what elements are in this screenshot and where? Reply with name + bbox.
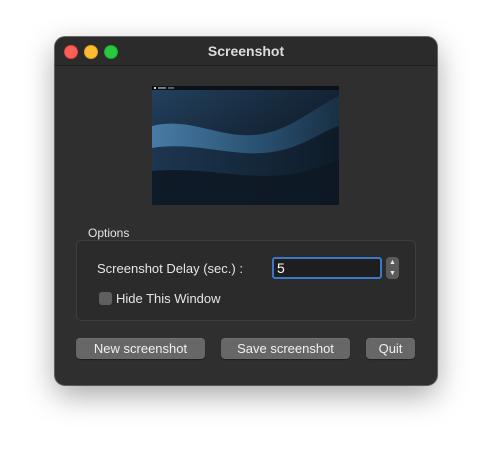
title-bar[interactable]: Screenshot [55, 37, 437, 66]
desktop-wallpaper-icon [152, 86, 339, 205]
screenshot-preview-image [152, 86, 339, 205]
options-group-label: Options [88, 226, 130, 240]
delay-stepper[interactable]: ▲ ▼ [386, 257, 399, 279]
hide-window-checkbox[interactable] [99, 292, 112, 305]
hide-window-label[interactable]: Hide This Window [116, 291, 221, 306]
quit-button[interactable]: Quit [366, 338, 415, 359]
save-screenshot-button[interactable]: Save screenshot [221, 338, 350, 359]
new-screenshot-button[interactable]: New screenshot [76, 338, 205, 359]
options-group-box [76, 240, 416, 321]
stepper-down-icon[interactable]: ▼ [386, 268, 399, 279]
window-title: Screenshot [207, 43, 285, 59]
delay-label: Screenshot Delay (sec.) : [97, 261, 243, 276]
screenshot-window: Screenshot Options Screenshot Delay (sec… [55, 37, 437, 385]
stepper-up-icon[interactable]: ▲ [386, 257, 399, 268]
delay-input[interactable] [272, 257, 382, 279]
